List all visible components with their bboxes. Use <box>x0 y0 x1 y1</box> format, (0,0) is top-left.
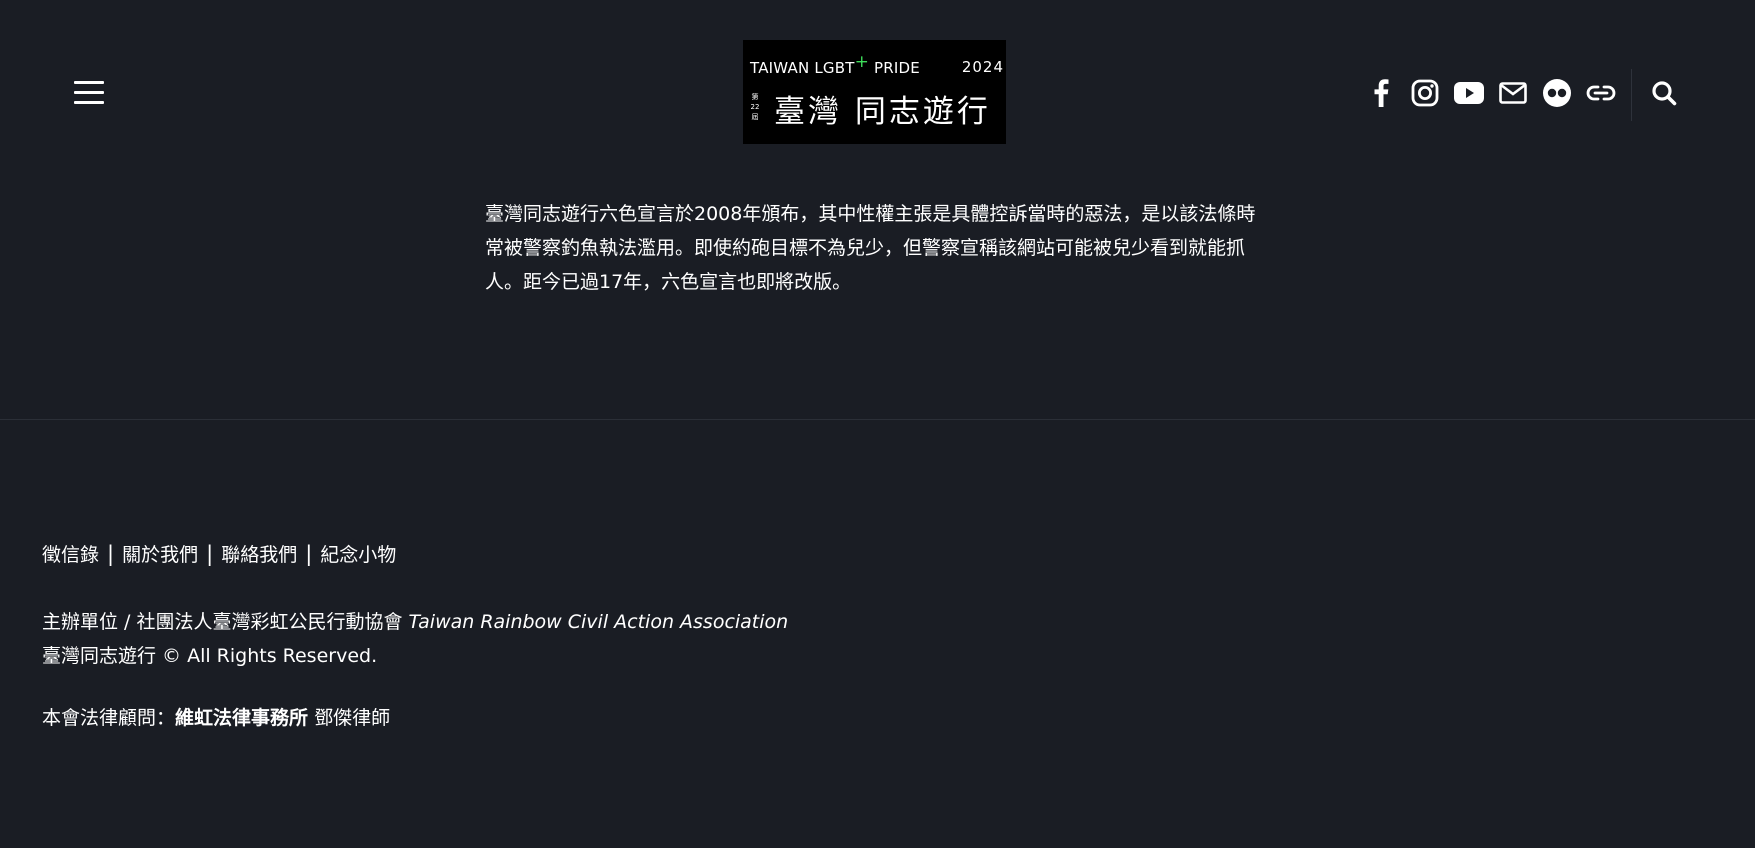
menu-icon[interactable] <box>74 81 104 105</box>
site-logo[interactable]: TAIWAN LGBT+ PRIDE 2024 第 22 屆 臺灣 同志遊行 <box>743 40 1006 144</box>
logo-main-text: 臺灣 同志遊行 <box>774 94 991 130</box>
logo-top-text: TAIWAN LGBT+ PRIDE <box>750 52 920 77</box>
menu-bar <box>74 101 104 104</box>
flickr-icon[interactable] <box>1542 78 1572 108</box>
footer-separator: | <box>305 541 313 566</box>
organizer-prefix: 主辦單位 / 社團法人臺灣彩虹公民行動協會 <box>42 611 409 633</box>
copyright: 臺灣同志遊行 © All Rights Reserved. <box>42 645 378 667</box>
header-divider <box>1631 69 1632 121</box>
legal-suffix: 鄧傑律師 <box>308 707 391 729</box>
footer-link-merchandise[interactable]: 紀念小物 <box>320 540 396 567</box>
article-text: 臺灣同志遊行六色宣言於2008年頒布，其中性權主張是具體控訴當時的惡法，是以該法… <box>485 203 1256 293</box>
instagram-icon[interactable] <box>1410 78 1440 108</box>
organizer-info: 主辦單位 / 社團法人臺灣彩虹公民行動協會 Taiwan Rainbow Civ… <box>42 605 788 673</box>
legal-advisor: 本會法律顧問：維虹法律事務所 鄧傑律師 <box>42 703 788 730</box>
footer-divider <box>0 419 1755 420</box>
footer-separator: | <box>107 541 115 566</box>
menu-bar <box>74 91 104 94</box>
logo-edition: 第 22 屆 <box>750 93 760 121</box>
footer-link-donation-record[interactable]: 徵信錄 <box>42 540 99 567</box>
search-icon[interactable] <box>1651 80 1677 106</box>
organizer-english: Taiwan Rainbow Civil Action Association <box>408 611 789 633</box>
footer-link-contact[interactable]: 聯絡我們 <box>221 540 297 567</box>
logo-year: 2024 <box>961 58 1004 76</box>
footer-link-about[interactable]: 關於我們 <box>122 540 198 567</box>
facebook-icon[interactable] <box>1366 78 1396 108</box>
legal-firm-link[interactable]: 維虹法律事務所 <box>175 707 308 729</box>
footer: 徵信錄 | 關於我們 | 聯絡我們 | 紀念小物 主辦單位 / 社團法人臺灣彩虹… <box>42 540 788 730</box>
social-links <box>1366 78 1630 108</box>
mail-icon[interactable] <box>1498 78 1528 108</box>
footer-links: 徵信錄 | 關於我們 | 聯絡我們 | 紀念小物 <box>42 540 788 567</box>
youtube-icon[interactable] <box>1454 78 1484 108</box>
link-icon[interactable] <box>1586 78 1616 108</box>
footer-separator: | <box>206 541 214 566</box>
page: TAIWAN LGBT+ PRIDE 2024 第 22 屆 臺灣 同志遊行 臺… <box>0 0 1755 848</box>
menu-bar <box>74 81 104 84</box>
legal-prefix: 本會法律顧問： <box>42 707 176 729</box>
